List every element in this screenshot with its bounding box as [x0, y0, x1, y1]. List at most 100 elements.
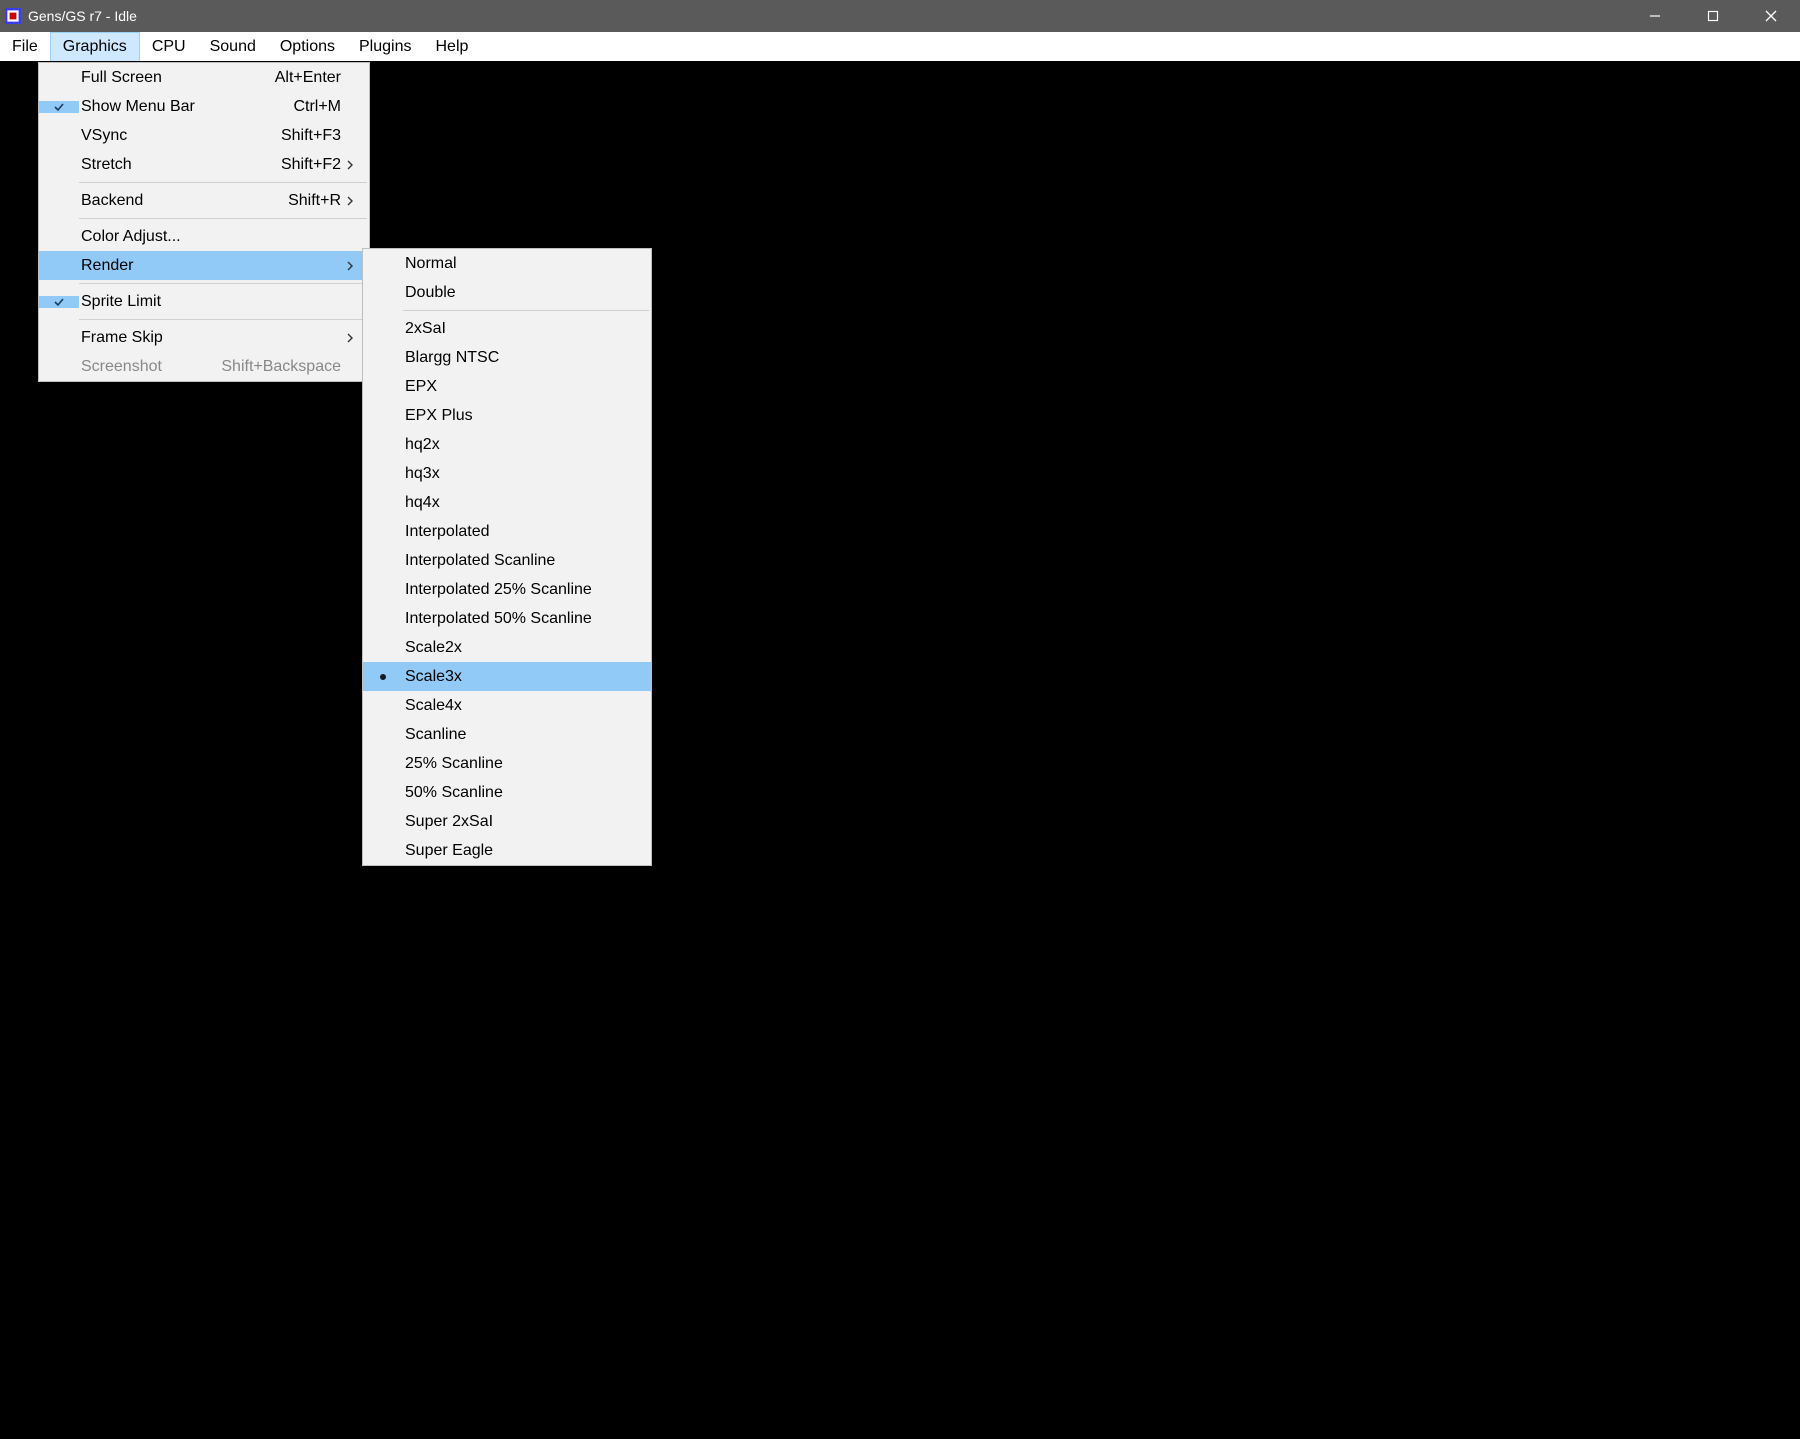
menu-item-label: Super Eagle	[403, 842, 641, 860]
menu-item-label: Frame Skip	[79, 329, 251, 347]
check-icon	[39, 296, 79, 308]
menu-item-label: Stretch	[79, 156, 251, 174]
menu-item-label: Interpolated Scanline	[403, 552, 641, 570]
menu-item-label: Render	[79, 257, 251, 275]
render-item-scale3x[interactable]: Scale3x	[363, 662, 651, 691]
menu-separator	[403, 310, 649, 311]
render-item-interpolated[interactable]: Interpolated	[363, 517, 651, 546]
title-bar: Gens/GS r7 - Idle	[0, 0, 1800, 32]
render-item-scanline[interactable]: Scanline	[363, 720, 651, 749]
menu-item-label: Super 2xSaI	[403, 813, 641, 831]
menu-item-shortcut: Shift+R	[251, 192, 341, 210]
menu-item-label: Full Screen	[79, 69, 251, 87]
menu-item-label: hq2x	[403, 436, 641, 454]
render-submenu: Normal Double 2xSaI Blargg NTSC EPX EPX …	[362, 248, 652, 866]
menu-item-sprite-limit[interactable]: Sprite Limit	[39, 287, 369, 316]
menu-item-label: Interpolated	[403, 523, 641, 541]
check-icon	[39, 101, 79, 113]
menu-item-label: 50% Scanline	[403, 784, 641, 802]
menu-item-label: Color Adjust...	[79, 228, 251, 246]
menu-item-show-menu-bar[interactable]: Show Menu Bar Ctrl+M	[39, 92, 369, 121]
submenu-arrow-icon	[341, 195, 359, 207]
render-item-hq3x[interactable]: hq3x	[363, 459, 651, 488]
menu-bar: File Graphics CPU Sound Options Plugins …	[0, 32, 1800, 62]
menu-item-stretch[interactable]: Stretch Shift+F2	[39, 150, 369, 179]
menu-separator	[79, 319, 367, 320]
menu-item-frame-skip[interactable]: Frame Skip	[39, 323, 369, 352]
minimize-button[interactable]	[1626, 0, 1684, 32]
menu-separator	[79, 283, 367, 284]
menu-item-vsync[interactable]: VSync Shift+F3	[39, 121, 369, 150]
menu-item-label: Interpolated 50% Scanline	[403, 610, 641, 628]
menu-item-shortcut: Alt+Enter	[251, 69, 341, 87]
render-item-interpolated-50-scanline[interactable]: Interpolated 50% Scanline	[363, 604, 651, 633]
render-item-hq4x[interactable]: hq4x	[363, 488, 651, 517]
menu-item-full-screen[interactable]: Full Screen Alt+Enter	[39, 63, 369, 92]
menu-item-label: Screenshot	[79, 358, 201, 376]
render-item-super-eagle[interactable]: Super Eagle	[363, 836, 651, 865]
render-item-hq2x[interactable]: hq2x	[363, 430, 651, 459]
radio-icon	[363, 671, 403, 683]
menu-graphics[interactable]: Graphics	[50, 32, 140, 61]
menu-item-label: 2xSaI	[403, 320, 641, 338]
render-item-normal[interactable]: Normal	[363, 249, 651, 278]
submenu-arrow-icon	[341, 332, 359, 344]
menu-item-label: Scanline	[403, 726, 641, 744]
menu-file[interactable]: File	[0, 32, 50, 61]
menu-item-shortcut: Shift+Backspace	[201, 358, 341, 376]
window-title: Gens/GS r7 - Idle	[28, 8, 137, 24]
menu-sound[interactable]: Sound	[198, 32, 268, 61]
render-item-double[interactable]: Double	[363, 278, 651, 307]
menu-help[interactable]: Help	[423, 32, 480, 61]
menu-item-label: EPX Plus	[403, 407, 641, 425]
menu-item-shortcut: Shift+F3	[251, 127, 341, 145]
submenu-arrow-icon	[341, 260, 359, 272]
render-item-25-scanline[interactable]: 25% Scanline	[363, 749, 651, 778]
submenu-arrow-icon	[341, 159, 359, 171]
menu-item-color-adjust[interactable]: Color Adjust...	[39, 222, 369, 251]
menu-item-label: Sprite Limit	[79, 293, 251, 311]
menu-label: Sound	[210, 38, 256, 56]
menu-item-label: Show Menu Bar	[79, 98, 251, 116]
menu-label: CPU	[152, 38, 186, 56]
menu-item-screenshot[interactable]: Screenshot Shift+Backspace	[39, 352, 369, 381]
render-item-scale2x[interactable]: Scale2x	[363, 633, 651, 662]
menu-label: Options	[280, 38, 335, 56]
menu-item-label: hq4x	[403, 494, 641, 512]
menu-item-label: Backend	[79, 192, 251, 210]
render-item-epx[interactable]: EPX	[363, 372, 651, 401]
graphics-dropdown: Full Screen Alt+Enter Show Menu Bar Ctrl…	[38, 62, 370, 382]
render-item-super-2xsai[interactable]: Super 2xSaI	[363, 807, 651, 836]
menu-separator	[79, 218, 367, 219]
render-item-interpolated-25-scanline[interactable]: Interpolated 25% Scanline	[363, 575, 651, 604]
menu-options[interactable]: Options	[268, 32, 347, 61]
render-item-interpolated-scanline[interactable]: Interpolated Scanline	[363, 546, 651, 575]
menu-item-label: Normal	[403, 255, 641, 273]
render-item-50-scanline[interactable]: 50% Scanline	[363, 778, 651, 807]
render-item-blargg-ntsc[interactable]: Blargg NTSC	[363, 343, 651, 372]
app-icon	[4, 7, 22, 25]
render-item-epx-plus[interactable]: EPX Plus	[363, 401, 651, 430]
window-controls	[1626, 0, 1800, 32]
menu-item-label: Scale2x	[403, 639, 641, 657]
menu-item-label: Scale4x	[403, 697, 641, 715]
menu-label: Plugins	[359, 38, 411, 56]
menu-item-label: EPX	[403, 378, 641, 396]
content-area: Full Screen Alt+Enter Show Menu Bar Ctrl…	[0, 62, 1800, 1439]
menu-item-backend[interactable]: Backend Shift+R	[39, 186, 369, 215]
menu-item-label: VSync	[79, 127, 251, 145]
render-item-scale4x[interactable]: Scale4x	[363, 691, 651, 720]
menu-label: File	[12, 38, 38, 56]
menu-cpu[interactable]: CPU	[140, 32, 198, 61]
menu-plugins[interactable]: Plugins	[347, 32, 423, 61]
render-item-2xsai[interactable]: 2xSaI	[363, 314, 651, 343]
menu-label: Help	[435, 38, 468, 56]
menu-separator	[79, 182, 367, 183]
close-button[interactable]	[1742, 0, 1800, 32]
menu-item-label: Scale3x	[403, 668, 641, 686]
menu-item-label: Interpolated 25% Scanline	[403, 581, 641, 599]
menu-item-shortcut: Shift+F2	[251, 156, 341, 174]
maximize-button[interactable]	[1684, 0, 1742, 32]
menu-item-label: hq3x	[403, 465, 641, 483]
menu-item-render[interactable]: Render	[39, 251, 369, 280]
